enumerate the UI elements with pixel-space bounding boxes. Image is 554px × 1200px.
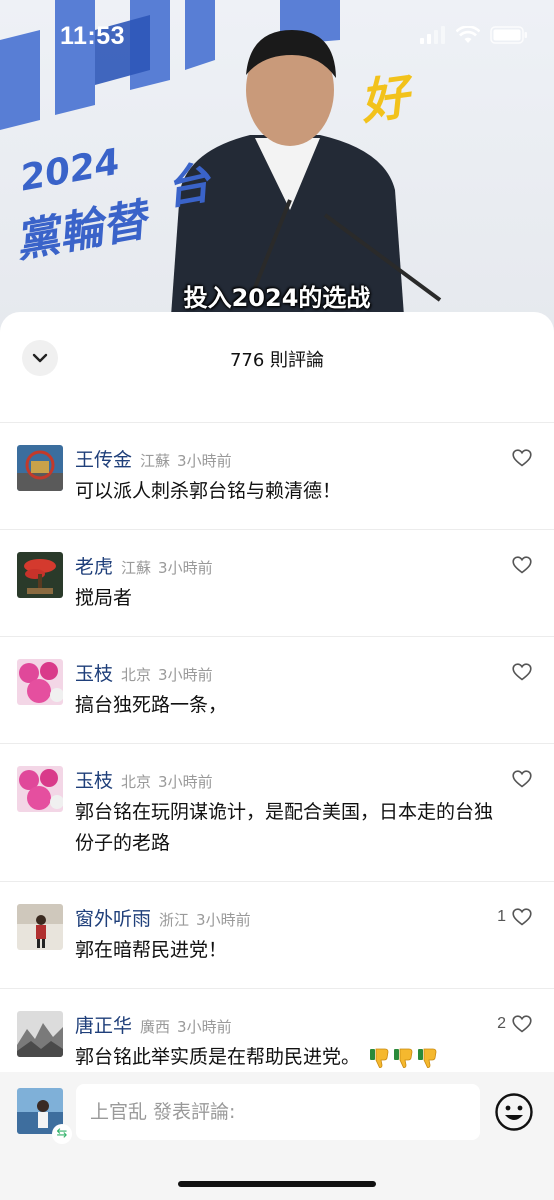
avatar[interactable] [17, 904, 63, 950]
sheet-header: 776 則評論 [0, 312, 554, 404]
commenter-location: 江蘇 [140, 452, 171, 470]
status-bar: 11:53 [0, 0, 554, 70]
wifi-icon [456, 26, 480, 43]
like-button[interactable] [506, 663, 532, 681]
commenter-location: 江蘇 [121, 559, 152, 577]
commenter-name[interactable]: 玉枝 [75, 659, 113, 686]
comment-time: 3小時前 [177, 1018, 232, 1036]
comment-item: 王传金 江蘇 3小時前 可以派人刺杀郭台铭与赖清德！ [0, 422, 554, 529]
comment-text: 郭台铭此举实质是在帮助民进党。 [75, 1046, 361, 1068]
avatar[interactable] [17, 659, 63, 705]
commenter-name[interactable]: 唐正华 [75, 1011, 132, 1038]
avatar[interactable] [17, 1011, 63, 1057]
comment-text: 郭台铭在玩阴谋诡计，是配合美国，日本走的台独份子的老路 [75, 801, 494, 854]
like-button[interactable] [506, 556, 532, 574]
like-count: 1 [497, 908, 506, 925]
heart-outline-icon [512, 556, 532, 574]
like-button[interactable]: 2 [497, 1015, 532, 1033]
comment-item: 窗外听雨 浙江 3小時前 郭在暗帮民进党！ 1 [0, 881, 554, 988]
thumbs-down-emoji-icon [418, 1048, 437, 1068]
comment-text-row: 郭台铭此举实质是在帮助民进党。 [75, 1042, 494, 1073]
comment-item: 老虎 江蘇 3小時前 搅局者 [0, 529, 554, 636]
comment-text: 郭在暗帮民进党！ [75, 939, 228, 961]
like-count: 2 [497, 1015, 506, 1032]
like-button[interactable] [506, 449, 532, 467]
commenter-name[interactable]: 玉枝 [75, 766, 113, 793]
thumbs-down-emoji-icon [370, 1048, 389, 1068]
commenter-location: 浙江 [159, 911, 190, 929]
cellular-signal-icon [420, 26, 445, 44]
avatar[interactable] [17, 445, 63, 491]
comment-time: 3小時前 [158, 773, 213, 791]
heart-outline-icon [512, 770, 532, 788]
heart-outline-icon [512, 1015, 532, 1033]
thumbs-down-emoji-icon [394, 1048, 413, 1068]
commenter-name[interactable]: 窗外听雨 [75, 904, 151, 931]
comment-text: 可以派人刺杀郭台铭与赖清德！ [75, 480, 342, 502]
smiley-icon[interactable] [494, 1092, 534, 1132]
comment-item: 玉枝 北京 3小時前 搞台独死路一条， [0, 636, 554, 743]
heart-outline-icon [512, 449, 532, 467]
status-icons [420, 26, 528, 44]
comment-text: 搅局者 [75, 587, 133, 609]
status-time: 11:53 [60, 22, 126, 50]
like-button[interactable] [506, 770, 532, 788]
commenter-name[interactable]: 王传金 [75, 445, 132, 472]
comment-text: 搞台独死路一条， [75, 694, 228, 716]
comment-list: 王传金 江蘇 3小時前 可以派人刺杀郭台铭与赖清德！ 老虎 江蘇 3小時前 搅局… [0, 422, 554, 1096]
comment-count-title: 776 則評論 [229, 350, 325, 371]
thumbs-down-emoji-group [368, 1047, 438, 1069]
heart-outline-icon [512, 908, 532, 926]
commenter-location: 廣西 [140, 1018, 171, 1036]
like-button[interactable]: 1 [497, 908, 532, 926]
comment-time: 3小時前 [158, 559, 213, 577]
video-player[interactable]: 2024 黨輪替 台 好 11:53 投入2024的选战 [0, 0, 554, 330]
home-indicator[interactable] [178, 1181, 376, 1187]
comment-time: 3小時前 [196, 911, 251, 929]
commenter-location: 北京 [121, 666, 152, 684]
battery-icon [490, 26, 527, 44]
video-subtitle: 投入2024的选战 [183, 284, 371, 312]
comments-sheet: 776 則評論 王传金 江蘇 3小時前 可以派人刺杀郭台铭与赖清德！ 老虎 江蘇… [0, 312, 554, 1200]
share-arrows-icon: ⇆ [52, 1124, 72, 1144]
commenter-location: 北京 [121, 773, 152, 791]
avatar[interactable] [17, 552, 63, 598]
comment-time: 3小時前 [158, 666, 213, 684]
comment-item: 玉枝 北京 3小時前 郭台铭在玩阴谋诡计，是配合美国，日本走的台独份子的老路 [0, 743, 554, 881]
heart-outline-icon [512, 663, 532, 681]
commenter-name[interactable]: 老虎 [75, 552, 113, 579]
avatar[interactable] [17, 766, 63, 812]
comment-input[interactable]: 上官乱 發表評論: [76, 1084, 480, 1140]
comment-time: 3小時前 [177, 452, 232, 470]
